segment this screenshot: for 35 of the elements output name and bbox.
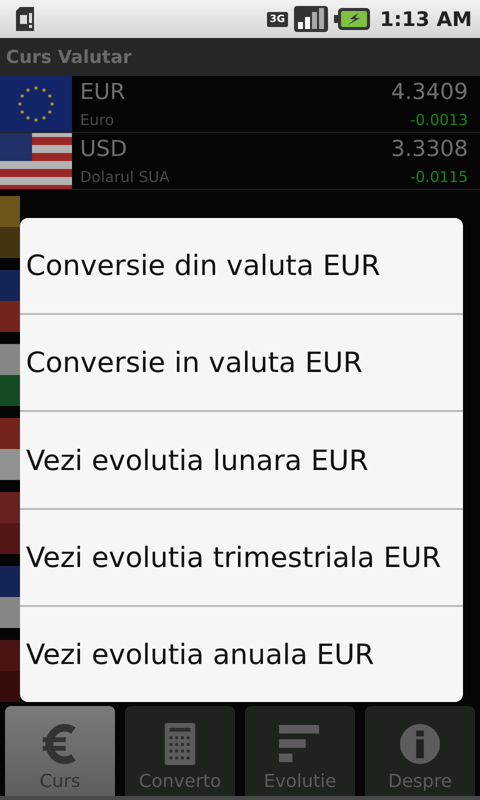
tab[interactable]: Converto <box>125 706 235 796</box>
flag-icon <box>0 566 20 628</box>
menu-item[interactable]: Vezi evolutia anuala EUR <box>20 606 463 702</box>
flag-icon <box>0 492 20 554</box>
flag-icon <box>0 418 20 480</box>
app-title: Curs Valutar <box>6 46 132 68</box>
flag-icon <box>0 196 20 258</box>
flag-icon <box>0 76 72 132</box>
clock: 1:13 AM <box>380 7 472 31</box>
flag-icon <box>0 344 20 406</box>
tab[interactable]: Despre <box>365 706 475 796</box>
flag-icon <box>0 270 20 332</box>
menu-item[interactable]: Vezi evolutia lunara EUR <box>20 412 463 510</box>
info-icon <box>399 723 441 765</box>
exchange-rate: 3.3308 <box>391 136 468 162</box>
network-type-icon: 3G <box>266 12 288 26</box>
menu-item[interactable]: Conversie din valuta EUR <box>20 218 463 316</box>
tab[interactable]: Evolutie <box>245 706 355 796</box>
signal-icon <box>294 6 328 32</box>
flag-icon <box>0 133 72 189</box>
currency-row[interactable]: EUR 4.3409 Euro -0.0013 <box>0 76 480 133</box>
menu-item[interactable]: Conversie in valuta EUR <box>20 315 463 412</box>
flag-icon <box>0 640 20 702</box>
sim-alert-icon <box>14 7 36 31</box>
currency-name: Dolarul SUA <box>80 168 170 186</box>
rate-change: -0.0115 <box>410 168 468 186</box>
exchange-rate: 4.3409 <box>391 80 468 104</box>
currency-name: Euro <box>80 110 114 128</box>
currency-row[interactable]: USD 3.3308 Dolarul SUA -0.0115 <box>0 133 480 190</box>
menu-item[interactable]: Vezi evolutia trimestriala EUR <box>20 510 463 607</box>
currency-code: USD <box>80 136 128 162</box>
battery-charging-icon <box>334 8 370 30</box>
currency-code: EUR <box>80 80 126 104</box>
rate-change: -0.0013 <box>410 110 468 128</box>
bars-icon <box>279 723 321 765</box>
